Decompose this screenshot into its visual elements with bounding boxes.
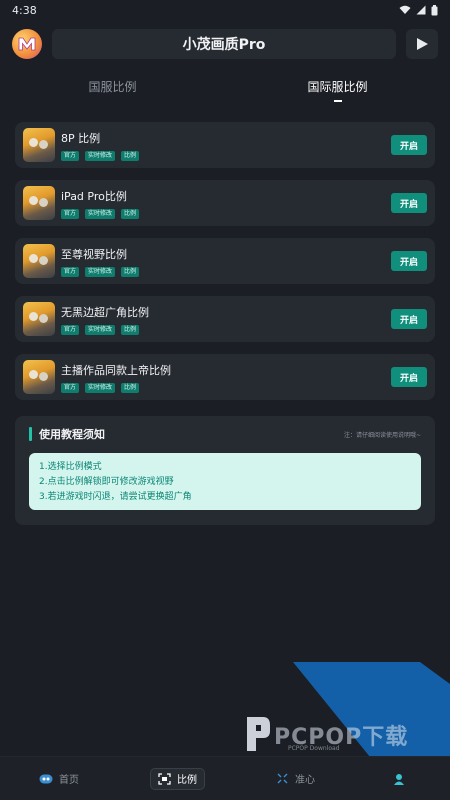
game-thumbnail xyxy=(23,302,55,336)
header: 小茂画质Pro xyxy=(0,22,450,66)
watermark-subtext: PCPOP Download xyxy=(288,745,340,752)
guide-title: 使用教程须知 xyxy=(39,428,105,441)
open-button[interactable]: 开启 xyxy=(391,309,427,329)
card-title: 主播作品同款上帝比例 xyxy=(61,363,171,377)
guide-steps: 1.选择比例模式 2.点击比例解锁即可修改游戏视野 3.若进游戏时闪退，请尝试更… xyxy=(29,453,421,510)
ratio-card: 无黑边超广角比例 官方 实时修改 比例 开启 xyxy=(15,296,435,342)
card-title: 至尊视野比例 xyxy=(61,247,127,261)
ratio-icon xyxy=(158,772,171,785)
user-icon xyxy=(394,773,404,785)
tag-realtime: 实时修改 xyxy=(85,324,116,335)
tag-ratio: 比例 xyxy=(121,208,140,219)
battery-icon xyxy=(431,4,438,15)
game-thumbnail xyxy=(23,244,55,278)
watermark-logo-icon xyxy=(247,717,270,751)
tag-realtime: 实时修改 xyxy=(85,266,116,277)
app-logo[interactable] xyxy=(12,29,42,59)
play-button[interactable] xyxy=(406,29,438,59)
nav-label-home: 首页 xyxy=(59,775,79,786)
wifi-icon xyxy=(399,5,411,14)
bottom-nav: 首页 比例 准心 xyxy=(0,756,450,800)
tag-official: 官方 xyxy=(61,208,80,219)
home-icon xyxy=(39,774,53,783)
open-button[interactable]: 开启 xyxy=(391,135,427,155)
open-button[interactable]: 开启 xyxy=(391,251,427,271)
nav-item-home[interactable]: 首页 xyxy=(32,768,86,790)
ratio-card: 主播作品同款上帝比例 官方 实时修改 比例 开启 xyxy=(15,354,435,400)
card-title: 无黑边超广角比例 xyxy=(61,305,149,319)
guide-step: 2.点击比例解锁即可修改游戏视野 xyxy=(39,477,174,487)
tag-realtime: 实时修改 xyxy=(85,382,116,393)
tag-official: 官方 xyxy=(61,266,80,277)
ratio-card: 至尊视野比例 官方 实时修改 比例 开启 xyxy=(15,238,435,284)
tag-ratio: 比例 xyxy=(121,266,140,277)
game-thumbnail xyxy=(23,128,55,162)
open-button[interactable]: 开启 xyxy=(391,367,427,387)
card-title: 8P 比例 xyxy=(61,131,101,145)
card-title: iPad Pro比例 xyxy=(61,189,127,203)
crosshair-icon xyxy=(277,773,288,784)
tag-ratio: 比例 xyxy=(121,382,140,393)
section-accent-bar xyxy=(29,427,32,441)
tab-global-ratio[interactable]: 国际服比例 xyxy=(225,78,450,95)
logo-m-icon xyxy=(18,37,36,51)
tag-realtime: 实时修改 xyxy=(85,208,116,219)
nav-label-ratio: 比例 xyxy=(177,775,197,786)
guide-note: 注：请仔细阅读使用说明哦~ xyxy=(343,431,421,439)
ratio-card-list: 8P 比例 官方 实时修改 比例 开启 iPad Pro比例 官方 实时修改 比… xyxy=(0,122,450,400)
play-icon xyxy=(417,38,428,50)
status-icons xyxy=(399,4,438,16)
status-time: 4:38 xyxy=(12,3,37,17)
tag-ratio: 比例 xyxy=(121,324,140,335)
ratio-tabs: 国服比例 国际服比例 xyxy=(0,66,450,122)
tag-official: 官方 xyxy=(61,150,80,161)
ratio-card: iPad Pro比例 官方 实时修改 比例 开启 xyxy=(15,180,435,226)
tab-cn-ratio[interactable]: 国服比例 xyxy=(0,78,225,95)
tag-ratio: 比例 xyxy=(121,150,140,161)
nav-item-profile[interactable] xyxy=(386,768,418,790)
nav-item-crosshair[interactable]: 准心 xyxy=(269,768,322,790)
signal-icon xyxy=(416,5,426,15)
guide-step: 3.若进游戏时闪退，请尝试更换超广角 xyxy=(39,492,192,502)
usage-guide-panel: 使用教程须知 注：请仔细阅读使用说明哦~ 1.选择比例模式 2.点击比例解锁即可… xyxy=(15,416,435,525)
ratio-card: 8P 比例 官方 实时修改 比例 开启 xyxy=(15,122,435,168)
tag-realtime: 实时修改 xyxy=(85,150,116,161)
nav-item-ratio[interactable]: 比例 xyxy=(150,767,205,790)
guide-step: 1.选择比例模式 xyxy=(39,462,102,472)
game-thumbnail xyxy=(23,186,55,220)
app-title: 小茂画质Pro xyxy=(52,29,396,59)
nav-label-crosshair: 准心 xyxy=(295,775,315,786)
open-button[interactable]: 开启 xyxy=(391,193,427,213)
status-bar: 4:38 xyxy=(0,0,450,20)
tag-official: 官方 xyxy=(61,382,80,393)
game-thumbnail xyxy=(23,360,55,394)
tag-official: 官方 xyxy=(61,324,80,335)
